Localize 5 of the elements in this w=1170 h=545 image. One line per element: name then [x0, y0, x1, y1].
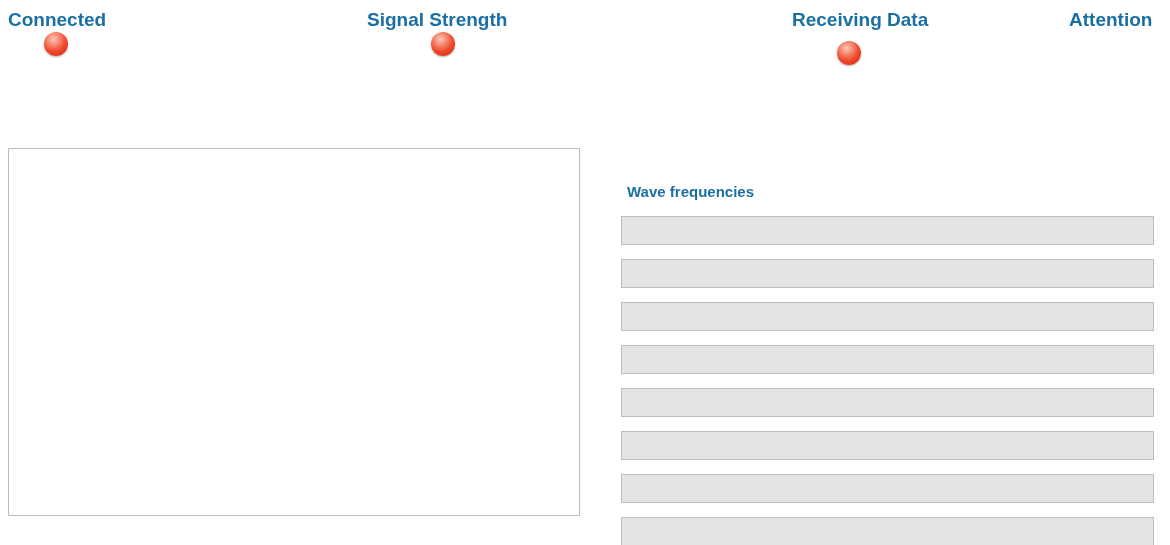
section-title: Wave frequencies [627, 182, 755, 202]
indicator-label: Receiving Data [792, 8, 929, 32]
indicator-label: Signal Strength [367, 8, 508, 32]
indicator-label: Attention [1069, 8, 1153, 32]
indicator-label: Connected [8, 8, 107, 32]
